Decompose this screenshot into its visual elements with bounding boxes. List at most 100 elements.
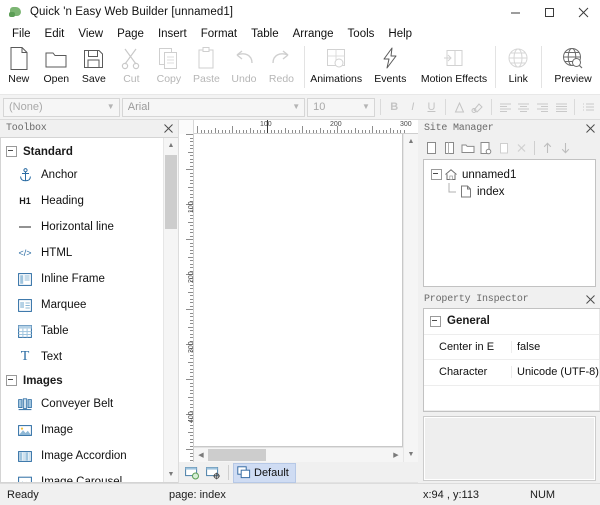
new-page-from-template-button[interactable]	[441, 139, 458, 157]
move-down-button[interactable]	[557, 139, 574, 157]
toolbar-button-paste[interactable]: Paste	[188, 44, 226, 92]
toolbar-button-new[interactable]: New	[0, 44, 38, 92]
move-up-button[interactable]	[539, 139, 556, 157]
menu-file[interactable]: File	[5, 25, 38, 43]
site-manager-close-button[interactable]	[582, 121, 598, 136]
font-family-select[interactable]: Arial ▼	[121, 97, 306, 117]
site-tree[interactable]: unnamed1 index	[423, 159, 596, 287]
toolbox-item-anchor[interactable]: Anchor	[1, 162, 163, 188]
property-group-general[interactable]: General	[424, 309, 599, 335]
menu-format[interactable]: Format	[194, 25, 244, 43]
vertical-ruler[interactable]: 100 200 300 400	[179, 134, 194, 462]
toolbar-button-events[interactable]: Events	[363, 44, 417, 92]
toolbox-item-table[interactable]: Table	[1, 318, 163, 344]
highlight-color-button[interactable]	[468, 98, 487, 117]
collapse-icon[interactable]	[6, 146, 17, 157]
page-settings-button[interactable]	[203, 463, 224, 482]
toolbox-item-image[interactable]: Image	[1, 417, 163, 443]
toolbox-group-standard[interactable]: Standard	[1, 141, 163, 162]
toolbox-scroll-thumb[interactable]	[165, 155, 177, 229]
ruler-tick	[319, 128, 321, 133]
site-tree-item-index[interactable]: index	[428, 183, 591, 200]
toolbox-group-images[interactable]: Images	[1, 370, 163, 391]
toolbox-item-conveyer-belt[interactable]: Conveyer Belt	[1, 391, 163, 417]
site-tree-root[interactable]: unnamed1	[428, 166, 591, 183]
toolbar-button-link[interactable]: Link	[500, 44, 538, 92]
new-page-button[interactable]	[423, 139, 440, 157]
toolbox-scroll-track[interactable]	[164, 153, 178, 467]
menu-help[interactable]: Help	[381, 25, 419, 43]
font-size-select[interactable]: 10 ▼	[307, 97, 375, 117]
maximize-button[interactable]	[532, 0, 566, 24]
collapse-icon[interactable]	[430, 315, 441, 327]
page-properties-button[interactable]	[477, 139, 494, 157]
canvas-hscroll-thumb[interactable]	[208, 449, 266, 461]
scroll-right-icon[interactable]: ▶	[389, 448, 403, 462]
underline-button[interactable]: U	[422, 98, 441, 117]
toolbar-button-open[interactable]: Open	[38, 44, 76, 92]
toolbar-button-cut[interactable]: Cut	[113, 44, 151, 92]
toolbox-item-image-accordion[interactable]: Image Accordion	[1, 443, 163, 469]
toolbox-item-image-carousel[interactable]: Image Carousel	[1, 469, 163, 482]
align-center-button[interactable]	[515, 98, 534, 117]
menu-table[interactable]: Table	[244, 25, 286, 43]
toolbar-button-redo[interactable]: Redo	[263, 44, 301, 92]
bold-button[interactable]: B	[385, 98, 404, 117]
delete-page-button[interactable]	[513, 139, 530, 157]
scroll-up-icon[interactable]: ▲	[404, 134, 418, 149]
toolbox-item-inline-frame[interactable]: Inline Frame	[1, 266, 163, 292]
page-properties-icon	[480, 142, 491, 155]
scroll-left-icon[interactable]: ◀	[194, 448, 208, 462]
toolbox-close-button[interactable]	[160, 121, 176, 136]
menu-insert[interactable]: Insert	[151, 25, 194, 43]
style-select[interactable]: (None) ▼	[3, 97, 120, 117]
property-row-center-in-e[interactable]: Center in E false	[424, 335, 599, 360]
property-inspector-close-button[interactable]	[582, 292, 598, 307]
toolbar-button-motion-effects[interactable]: Motion Effects	[417, 44, 490, 92]
expand-toggle[interactable]	[430, 168, 443, 181]
menu-edit[interactable]: Edit	[38, 25, 72, 43]
property-value[interactable]: false	[511, 340, 599, 353]
duplicate-page-button[interactable]	[495, 139, 512, 157]
property-grid[interactable]: General Center in E false Character Unic…	[423, 308, 600, 412]
toolbox-item-html[interactable]: </> HTML	[1, 240, 163, 266]
canvas-vscroll-track[interactable]	[404, 149, 418, 447]
align-left-button[interactable]	[496, 98, 515, 117]
toolbar-button-undo[interactable]: Undo	[225, 44, 263, 92]
page-view-button[interactable]	[182, 463, 203, 482]
toolbox-item-heading[interactable]: H1 Heading	[1, 188, 163, 214]
scroll-up-icon[interactable]: ▲	[164, 138, 178, 153]
toolbox-item-horizontal-line[interactable]: Horizontal line	[1, 214, 163, 240]
property-row-character[interactable]: Character Unicode (UTF-8)	[424, 360, 599, 386]
minimize-button[interactable]	[498, 0, 532, 24]
toolbar-button-save[interactable]: Save	[75, 44, 113, 92]
align-right-button[interactable]	[533, 98, 552, 117]
toolbox-scrollbar[interactable]: ▲ ▼	[163, 138, 178, 482]
scroll-down-icon[interactable]: ▼	[404, 447, 418, 462]
menu-arrange[interactable]: Arrange	[286, 25, 341, 43]
bullet-list-button[interactable]	[579, 98, 598, 117]
page-canvas[interactable]	[194, 134, 403, 447]
collapse-icon[interactable]	[6, 375, 17, 386]
breakpoint-tab-default[interactable]: Default	[233, 462, 296, 483]
italic-button[interactable]: I	[404, 98, 423, 117]
horizontal-ruler[interactable]: 100 200 300	[194, 120, 418, 134]
toolbox-item-marquee[interactable]: Marquee	[1, 292, 163, 318]
toolbar-button-animations[interactable]: Animations	[309, 44, 363, 92]
menu-page[interactable]: Page	[110, 25, 151, 43]
canvas-vscrollbar[interactable]: ▲ ▼	[403, 134, 418, 462]
ruler-tick	[190, 137, 193, 139]
close-button[interactable]	[566, 0, 600, 24]
text-color-button[interactable]	[450, 98, 469, 117]
toolbar-button-copy[interactable]: Copy	[150, 44, 188, 92]
new-folder-button[interactable]	[459, 139, 476, 157]
menu-tools[interactable]: Tools	[341, 25, 382, 43]
menu-view[interactable]: View	[71, 25, 110, 43]
toolbar-button-preview[interactable]: Preview	[546, 44, 600, 92]
align-justify-button[interactable]	[552, 98, 571, 117]
scroll-down-icon[interactable]: ▼	[164, 467, 178, 482]
toolbox-item-text[interactable]: T Text	[1, 344, 163, 370]
property-value[interactable]: Unicode (UTF-8)	[511, 366, 599, 379]
canvas-hscroll-track[interactable]	[208, 448, 389, 462]
canvas-hscrollbar[interactable]: ◀ ▶	[194, 447, 403, 462]
